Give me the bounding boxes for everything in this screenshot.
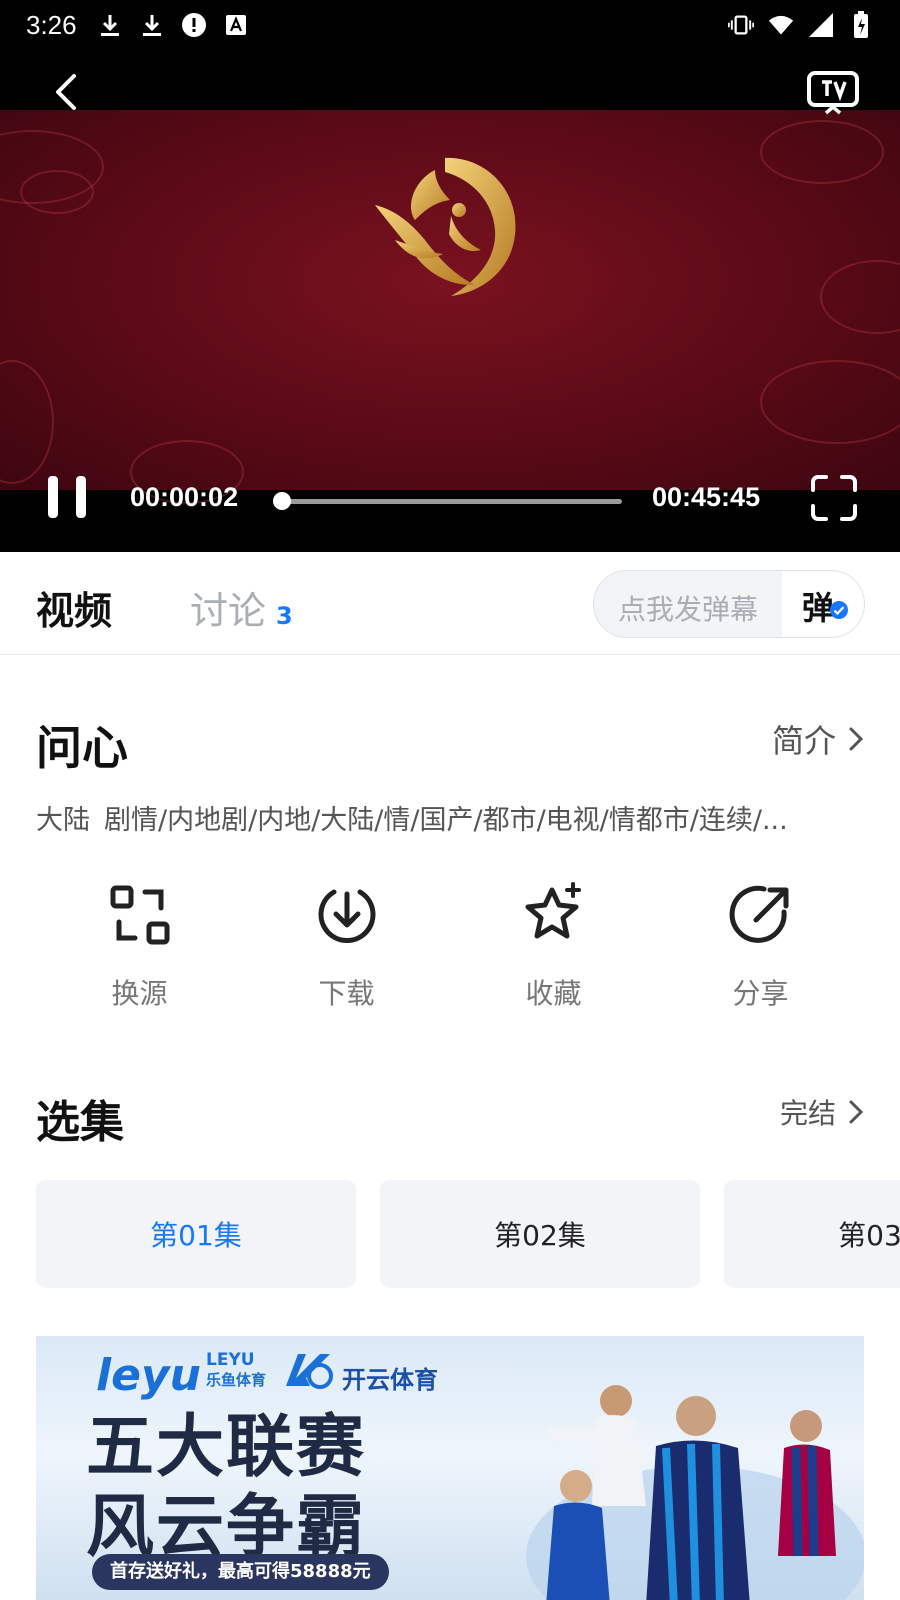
content-tabs: 视频 讨论 3 点我发弹幕 弹: [0, 552, 900, 655]
switch-source-button[interactable]: 换源: [36, 880, 243, 1020]
episode-item[interactable]: 第02集: [380, 1180, 700, 1288]
status-time: 3:26: [26, 9, 77, 40]
danmu-toggle[interactable]: 弹: [782, 571, 864, 637]
favorite-label: 收藏: [525, 977, 582, 1010]
episodes-status-label: 完结: [779, 1097, 836, 1130]
tab-discuss-label: 讨论: [190, 589, 267, 633]
total-time: 00:45:45: [652, 482, 761, 512]
fullscreen-button[interactable]: [810, 474, 858, 522]
leyu-brand-cn: 乐鱼体育: [206, 1371, 267, 1389]
pause-button[interactable]: [44, 474, 90, 520]
download-button[interactable]: 下载: [243, 880, 450, 1020]
player-controls: 00:00:02 00:45:45: [0, 462, 900, 532]
switch-source-label: 换源: [111, 977, 168, 1010]
download-label: 下载: [318, 977, 375, 1010]
download-icon: [97, 12, 123, 38]
signal-icon: [808, 12, 834, 38]
favorite-button[interactable]: 收藏: [450, 880, 657, 1020]
tv-cast-icon: [807, 71, 859, 115]
phoenix-logo: [375, 157, 516, 296]
episode-list: 第01集 第02集 第03集: [36, 1180, 900, 1288]
battery-icon: [848, 11, 874, 38]
wifi-icon: [768, 12, 794, 38]
episode-item[interactable]: 第03集: [724, 1180, 900, 1288]
video-player[interactable]: 00:00:02 00:45:45: [0, 50, 900, 552]
chevron-right-icon: [849, 1100, 864, 1124]
switch-source-icon: [110, 885, 169, 945]
chevron-left-icon: [56, 74, 76, 110]
seek-bar[interactable]: [273, 492, 622, 510]
promo-pill: 首存送好礼，最高可得58888元: [92, 1554, 389, 1590]
kaiyun-logo-icon: [286, 1354, 333, 1389]
banner-headline: 五大联赛 风云争霸: [86, 1408, 366, 1568]
leyu-brand-text: LEYU 乐鱼体育: [206, 1350, 266, 1390]
episodes-title: 选集: [36, 1097, 124, 1148]
discuss-count-badge: 3: [276, 602, 293, 630]
download-icon: [139, 12, 165, 38]
action-bar: 换源 下载 收藏 分享: [36, 880, 864, 1020]
font-icon: [223, 12, 249, 38]
ad-banner[interactable]: leyu LEYU 乐鱼体育 开云体育 五大联赛 风云争霸 首存送好礼，最高可得…: [36, 1336, 864, 1600]
genre-tags: 剧情/内地剧/内地/大陆/情/国产/都市/电视/情都市/连续/...: [104, 805, 788, 836]
share-button[interactable]: 分享: [657, 880, 864, 1020]
episodes-status-link[interactable]: 完结: [780, 1092, 864, 1132]
alert-icon: [181, 12, 207, 38]
cast-tv-button[interactable]: [806, 70, 860, 116]
footballers-image: [526, 1385, 864, 1600]
status-bar: 3:26: [0, 0, 900, 50]
region-tag: 大陆: [36, 805, 90, 836]
tab-discuss[interactable]: 讨论 3: [190, 580, 293, 635]
back-button[interactable]: [46, 70, 90, 114]
current-time: 00:00:02: [130, 482, 239, 512]
seek-thumb[interactable]: [273, 492, 292, 510]
share-label: 分享: [732, 977, 789, 1010]
download-circle-icon: [318, 889, 375, 943]
video-title: 问心: [36, 721, 128, 775]
chevron-right-icon: [849, 727, 864, 751]
check-icon: [830, 601, 848, 619]
intro-link[interactable]: 简介: [772, 716, 864, 762]
headline-line-1: 五大联赛: [86, 1408, 367, 1487]
leyu-brand-top: LEYU: [206, 1350, 255, 1370]
star-plus-icon: [525, 882, 581, 939]
fullscreen-icon: [811, 475, 857, 521]
share-icon: [729, 885, 788, 943]
kaiyun-brand: 开云体育: [342, 1366, 438, 1394]
danmu-bar: 点我发弹幕 弹: [593, 570, 865, 638]
tab-video[interactable]: 视频: [36, 580, 112, 635]
video-tags: 大陆 剧情/内地剧/内地/大陆/情/国产/都市/电视/情都市/连续/...: [36, 798, 866, 837]
leyu-logo: leyu: [96, 1350, 201, 1401]
player-top-bar: [0, 50, 900, 110]
vibrate-icon: [728, 12, 754, 38]
intro-link-label: 简介: [771, 722, 836, 760]
video-frame[interactable]: [0, 110, 900, 504]
danmu-input[interactable]: 点我发弹幕: [618, 588, 758, 628]
episode-item[interactable]: 第01集: [36, 1180, 356, 1288]
